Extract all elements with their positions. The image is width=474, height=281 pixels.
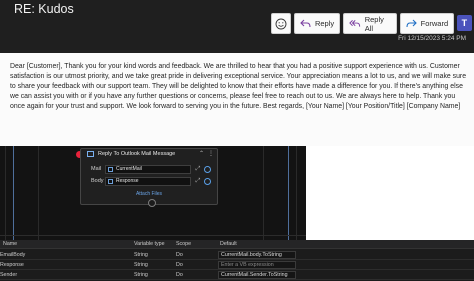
mail-field-label: Mail bbox=[91, 166, 102, 172]
col-name-header[interactable]: Name bbox=[3, 241, 17, 247]
reply-label: Reply bbox=[314, 19, 335, 28]
mail-field-input[interactable]: CurrentMail bbox=[105, 164, 191, 174]
mail-field-row: Mail CurrentMail ⤢ bbox=[91, 164, 217, 174]
reply-to-outlook-activity[interactable]: Reply To Outlook Mail Message ⌃ ⋮ Mail C… bbox=[80, 148, 218, 205]
variable-default: CurrentMail.body.ToString bbox=[221, 252, 282, 258]
body-field-row: Body Response ⤢ bbox=[91, 176, 217, 186]
variable-name: EmailBody bbox=[0, 252, 26, 258]
email-subject: RE: Kudos bbox=[14, 2, 74, 16]
variable-scope: Do bbox=[176, 252, 183, 258]
reply-button[interactable]: Reply bbox=[293, 13, 341, 34]
sequence-border bbox=[38, 146, 39, 240]
variables-panel: Name Variable type Scope Default EmailBo… bbox=[0, 240, 474, 281]
variable-default: CurrentMail.Sender.ToString bbox=[221, 272, 288, 278]
activity-menu-icon[interactable]: ⋮ bbox=[208, 150, 214, 157]
expand-editor-icon[interactable]: ⤢ bbox=[194, 165, 202, 173]
activity-title: Reply To Outlook Mail Message bbox=[98, 151, 176, 157]
variables-header: Name Variable type Scope Default bbox=[0, 240, 474, 249]
sequence-divider bbox=[0, 235, 306, 236]
email-body-text: Dear [Customer], Thank you for your kind… bbox=[10, 63, 467, 110]
table-row[interactable]: EmailBody String Do CurrentMail.body.ToS… bbox=[0, 250, 474, 260]
attach-files-link[interactable]: Attach Files bbox=[81, 191, 217, 197]
col-default-header[interactable]: Default bbox=[220, 241, 237, 247]
forward-label: Forward bbox=[420, 19, 449, 28]
collapse-icon[interactable]: ⌃ bbox=[199, 150, 204, 157]
variable-type: String bbox=[134, 262, 148, 268]
forward-button[interactable]: Forward bbox=[399, 13, 455, 34]
variable-chip-icon bbox=[108, 166, 113, 172]
variable-scope: Do bbox=[176, 272, 183, 278]
plus-icon[interactable] bbox=[204, 165, 211, 173]
body-field-value: Response bbox=[116, 178, 139, 184]
variable-default-placeholder: Enter a VB expression bbox=[221, 262, 274, 268]
expand-editor-icon[interactable]: ⤢ bbox=[194, 177, 202, 185]
teams-icon[interactable]: T bbox=[457, 15, 472, 31]
sequence-border bbox=[296, 146, 297, 240]
email-body-pane: Dear [Customer], Thank you for your kind… bbox=[0, 53, 474, 146]
reply-all-label: Reply All bbox=[364, 14, 384, 33]
variable-name: Sender bbox=[0, 272, 18, 278]
table-row[interactable]: Response String Do Enter a VB expression bbox=[0, 260, 474, 270]
mail-icon bbox=[87, 151, 94, 157]
reply-all-button[interactable]: Reply All bbox=[343, 13, 397, 34]
workflow-designer: Reply To Outlook Mail Message ⌃ ⋮ Mail C… bbox=[0, 146, 474, 281]
sequence-border bbox=[263, 146, 264, 240]
sequence-border bbox=[5, 146, 6, 240]
email-toolbar: Reply Reply All Forward T ··· bbox=[271, 13, 474, 34]
emoji-reaction-button[interactable] bbox=[271, 13, 291, 34]
body-field-label: Body bbox=[91, 178, 104, 184]
designer-canvas[interactable]: Reply To Outlook Mail Message ⌃ ⋮ Mail C… bbox=[0, 146, 306, 240]
variable-type: String bbox=[134, 252, 148, 258]
email-header: RE: Kudos Reply Reply All Forward T Fri … bbox=[0, 0, 474, 53]
reply-arrow-icon bbox=[300, 19, 311, 28]
variable-type: String bbox=[134, 272, 148, 278]
reply-all-arrow-icon bbox=[349, 20, 361, 27]
add-activity-icon[interactable] bbox=[148, 199, 156, 207]
variable-chip-icon bbox=[108, 178, 113, 184]
variable-name: Response bbox=[0, 262, 24, 268]
smiley-icon bbox=[275, 18, 287, 29]
col-type-header[interactable]: Variable type bbox=[134, 241, 165, 247]
variable-scope: Do bbox=[176, 262, 183, 268]
activity-header: Reply To Outlook Mail Message bbox=[81, 149, 217, 159]
body-field-input[interactable]: Response bbox=[105, 176, 191, 186]
mail-field-value: CurrentMail bbox=[116, 166, 142, 172]
sequence-border bbox=[13, 146, 14, 240]
col-scope-header[interactable]: Scope bbox=[176, 241, 191, 247]
forward-arrow-icon bbox=[406, 19, 417, 28]
sequence-border bbox=[288, 146, 289, 240]
email-datetime: Fri 12/15/2023 5:24 PM bbox=[398, 35, 466, 42]
table-row[interactable]: Sender String Do CurrentMail.Sender.ToSt… bbox=[0, 270, 474, 280]
plus-icon[interactable] bbox=[204, 177, 211, 185]
